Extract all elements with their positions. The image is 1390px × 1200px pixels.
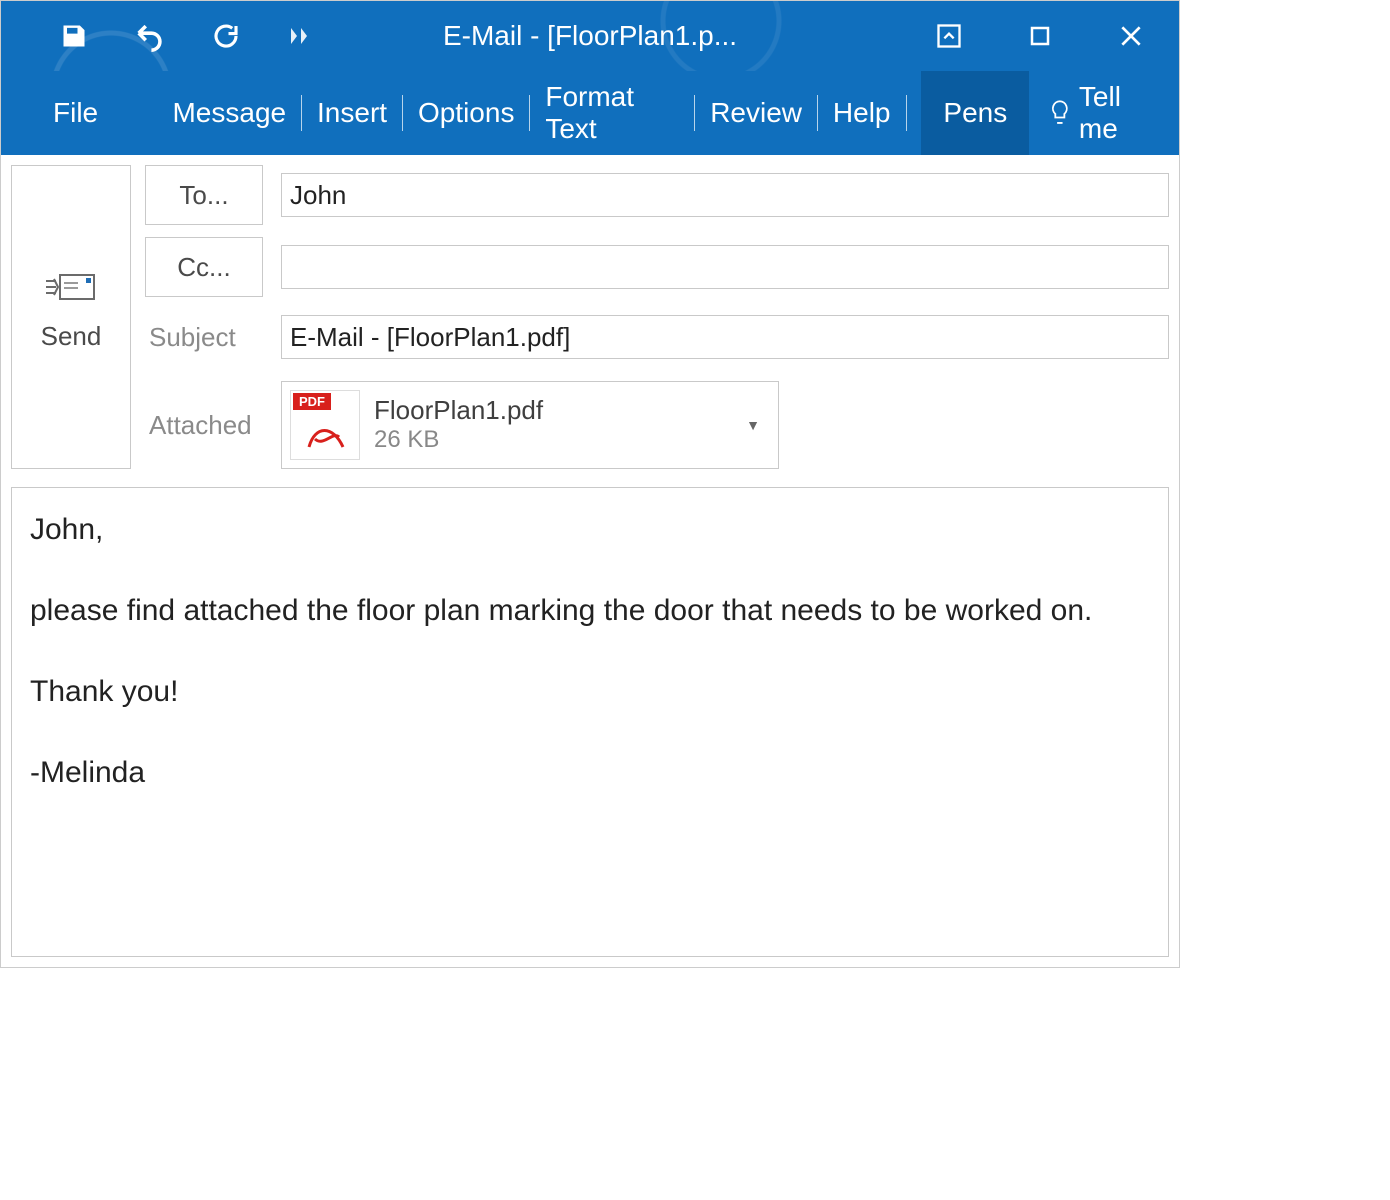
ribbon-separator xyxy=(402,95,403,131)
tab-format-text[interactable]: Format Text xyxy=(535,71,689,155)
compose-window: E-Mail - [FloorPlan1.p... File Message I… xyxy=(0,0,1180,968)
tab-review[interactable]: Review xyxy=(700,71,812,155)
subject-field[interactable] xyxy=(281,315,1169,359)
tab-file[interactable]: File xyxy=(1,71,126,155)
minimize-to-tray-icon[interactable] xyxy=(931,18,967,54)
ribbon-separator xyxy=(529,95,530,131)
message-body[interactable]: John, please find attached the floor pla… xyxy=(11,487,1169,957)
title-bar: E-Mail - [FloorPlan1.p... xyxy=(1,1,1179,71)
save-icon[interactable] xyxy=(56,18,92,54)
qat-overflow-icon[interactable] xyxy=(284,18,320,54)
maximize-icon[interactable] xyxy=(1022,18,1058,54)
attachment-chip[interactable]: PDF FloorPlan1.pdf 26 KB ▼ xyxy=(281,381,779,469)
tab-insert[interactable]: Insert xyxy=(307,71,397,155)
send-label: Send xyxy=(41,321,102,352)
lightbulb-icon xyxy=(1049,98,1071,128)
tab-message[interactable]: Message xyxy=(162,71,296,155)
ribbon-separator xyxy=(301,95,302,131)
ribbon-separator xyxy=(817,95,818,131)
tell-me-label: Tell me xyxy=(1079,81,1159,145)
ribbon-tabs: File Message Insert Options Format Text … xyxy=(1,71,1179,155)
pdf-file-icon: PDF xyxy=(290,390,360,460)
cc-button[interactable]: Cc... xyxy=(145,237,263,297)
pdf-badge: PDF xyxy=(293,393,331,410)
to-field[interactable] xyxy=(281,173,1169,217)
send-button[interactable]: Send xyxy=(11,165,131,469)
tab-pens[interactable]: Pens xyxy=(921,71,1029,155)
chevron-down-icon[interactable]: ▼ xyxy=(746,417,760,433)
tab-help[interactable]: Help xyxy=(823,71,901,155)
redo-icon[interactable] xyxy=(208,18,244,54)
compose-area: Send To... Cc... Subject Attached xyxy=(1,155,1179,967)
window-controls xyxy=(931,1,1149,71)
tell-me-search[interactable]: Tell me xyxy=(1029,81,1179,145)
adobe-swoosh-icon xyxy=(305,417,347,455)
cc-field[interactable] xyxy=(281,245,1169,289)
attachment-name: FloorPlan1.pdf xyxy=(374,395,543,426)
undo-icon[interactable] xyxy=(132,18,168,54)
attached-label: Attached xyxy=(145,410,263,441)
send-envelope-icon xyxy=(44,271,98,305)
close-icon[interactable] xyxy=(1113,18,1149,54)
ribbon-separator xyxy=(906,95,907,131)
subject-label: Subject xyxy=(145,322,263,353)
to-button[interactable]: To... xyxy=(145,165,263,225)
attachment-size: 26 KB xyxy=(374,426,543,455)
ribbon-separator xyxy=(694,95,695,131)
quick-access-toolbar xyxy=(1,18,320,54)
window-title: E-Mail - [FloorPlan1.p... xyxy=(443,20,737,52)
tab-options[interactable]: Options xyxy=(408,71,525,155)
